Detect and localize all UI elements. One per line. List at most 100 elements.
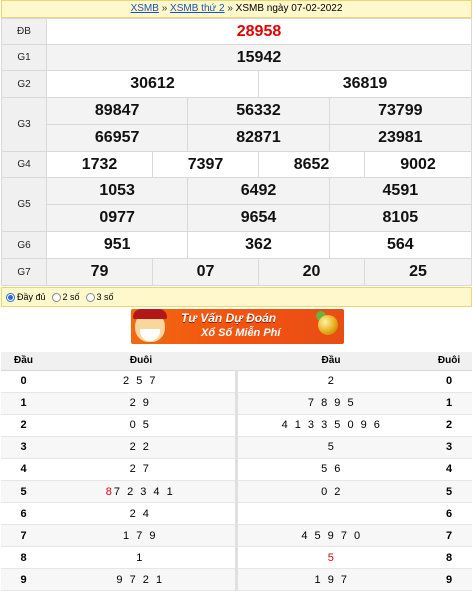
prize-g3-value: 56332 bbox=[188, 98, 330, 124]
banner-line2: Xổ Số Miễn Phí bbox=[201, 327, 281, 339]
loto-dau-key: 8 bbox=[1, 546, 46, 570]
loto-dau-values: 2 bbox=[236, 370, 426, 393]
prize-g3-value: 89847 bbox=[47, 98, 189, 124]
prize-g6-value: 951 bbox=[47, 232, 189, 258]
prize-g3-value: 23981 bbox=[378, 129, 423, 146]
prize-g6-value: 362 bbox=[188, 232, 330, 258]
prize-label-db: ĐB bbox=[1, 18, 47, 45]
loto-duoi-values: 2 2 bbox=[46, 436, 238, 459]
loto-duoi-values: 0 5 bbox=[46, 414, 238, 437]
prize-label-g1: G1 bbox=[1, 44, 47, 71]
prize-g5-value: 8105 bbox=[382, 209, 419, 226]
breadcrumb-current: XSMB ngày 07-02-2022 bbox=[235, 3, 343, 14]
option-three-digits[interactable]: 3 số bbox=[85, 292, 114, 302]
breadcrumb-separator: » bbox=[227, 3, 233, 14]
loto-duoi-values: 2 4 bbox=[46, 502, 238, 526]
prize-g7-value: 07 bbox=[153, 259, 259, 285]
prize-g4-value: 8652 bbox=[259, 152, 365, 177]
prize-g4-value: 9002 bbox=[400, 155, 436, 173]
results-table: ĐB 28958 G1 15942 G2 30612 36819 G3 8984… bbox=[1, 18, 472, 286]
prize-g3-value: 73799 bbox=[378, 102, 423, 119]
display-options: Đầy đủ 2 số 3 số bbox=[1, 287, 472, 307]
loto-duoi-key: 4 bbox=[426, 458, 472, 481]
loto-row: 02 5 720 bbox=[1, 370, 472, 393]
option-full[interactable]: Đầy đủ bbox=[6, 292, 46, 302]
loto-header-dau2: Đầu bbox=[236, 352, 426, 371]
loto-duoi-values: 1 bbox=[46, 546, 238, 570]
option-three-label: 3 số bbox=[96, 292, 114, 302]
loto-row: 32 253 bbox=[1, 436, 472, 459]
loto-duoi-values-highlight: 8 bbox=[105, 485, 114, 498]
loto-dau-values: 4 5 9 7 0 bbox=[236, 524, 426, 548]
loto-duoi-key: 9 bbox=[426, 568, 472, 592]
loto-header-duoi2: Đuôi bbox=[426, 352, 472, 371]
loto-row: 12 97 8 9 51 bbox=[1, 392, 472, 415]
prize-g4-value: 1732 bbox=[47, 152, 153, 177]
banner-line1: Tư Vấn Dự Đoán bbox=[181, 311, 277, 325]
loto-duoi-key: 6 bbox=[426, 502, 472, 526]
loto-duoi-key: 7 bbox=[426, 524, 472, 548]
coin-icon bbox=[318, 315, 338, 335]
loto-duoi-key: 2 bbox=[426, 414, 472, 437]
loto-table: Đầu Đuôi Đầu Đuôi 02 5 72012 97 8 9 5120… bbox=[1, 352, 472, 592]
loto-header-duoi: Đuôi bbox=[46, 352, 236, 371]
loto-row: 71 7 94 5 9 7 07 bbox=[1, 524, 472, 548]
option-full-label: Đầy đủ bbox=[17, 292, 46, 302]
loto-dau-key: 5 bbox=[1, 480, 46, 504]
prize-g3-value: 82871 bbox=[188, 125, 330, 151]
prize-label-g5: G5 bbox=[1, 177, 47, 232]
prize-label-g6: G6 bbox=[1, 231, 47, 259]
prize-g5-value: 1053 bbox=[47, 178, 189, 204]
loto-duoi-values: 2 7 bbox=[46, 458, 238, 481]
loto-header-dau: Đầu bbox=[1, 352, 46, 371]
mascot-hat-icon bbox=[133, 309, 167, 319]
loto-duoi-values-digits: 7 2 3 4 1 bbox=[113, 485, 175, 498]
advice-banner[interactable]: Tư Vấn Dự Đoán Xổ Số Miễn Phí bbox=[131, 309, 344, 344]
prize-g2-value: 30612 bbox=[47, 71, 259, 97]
prize-g5-value: 9654 bbox=[188, 205, 330, 231]
breadcrumb-link-xsmb[interactable]: XSMB bbox=[131, 3, 159, 14]
radio-full[interactable] bbox=[6, 292, 15, 302]
loto-dau-values-highlight: 5 bbox=[327, 551, 336, 564]
loto-dau-values bbox=[236, 502, 426, 526]
loto-duoi-key: 5 bbox=[426, 480, 472, 504]
loto-dau-values: 5 bbox=[236, 436, 426, 459]
loto-dau-values: 4 1 3 3 5 0 9 6 bbox=[236, 414, 426, 437]
loto-dau-key: 3 bbox=[1, 436, 46, 459]
prize-g7-value: 79 bbox=[47, 259, 153, 285]
option-two-label: 2 số bbox=[62, 292, 80, 302]
loto-row: 99 7 2 11 9 79 bbox=[1, 568, 472, 592]
prize-g7-value: 20 bbox=[259, 259, 365, 285]
prize-label-g3: G3 bbox=[1, 97, 47, 152]
option-two-digits[interactable]: 2 số bbox=[51, 292, 80, 302]
loto-dau-key: 0 bbox=[1, 370, 46, 393]
loto-duoi-values: 9 7 2 1 bbox=[46, 568, 238, 592]
prize-label-g4: G4 bbox=[1, 151, 47, 178]
loto-dau-key: 2 bbox=[1, 414, 46, 437]
breadcrumb-separator: » bbox=[161, 3, 168, 14]
prize-g2-value: 36819 bbox=[342, 75, 388, 92]
prize-g5-value: 6492 bbox=[188, 178, 330, 204]
loto-dau-key: 6 bbox=[1, 502, 46, 526]
prize-g6-value: 564 bbox=[386, 236, 414, 253]
prize-special-value: 28958 bbox=[46, 18, 472, 45]
loto-dau-values: 0 2 bbox=[236, 480, 426, 504]
radio-two-digits[interactable] bbox=[51, 292, 61, 302]
loto-dau-key: 7 bbox=[1, 524, 46, 548]
radio-three-digits[interactable] bbox=[85, 292, 95, 302]
loto-duoi-values: 87 2 3 4 1 bbox=[46, 480, 238, 504]
loto-duoi-key: 0 bbox=[426, 370, 472, 393]
prize-g7-value: 25 bbox=[365, 259, 471, 285]
loto-row: 20 54 1 3 3 5 0 9 62 bbox=[1, 414, 472, 437]
loto-duoi-values: 1 7 9 bbox=[46, 524, 238, 548]
prize-label-g7: G7 bbox=[1, 258, 47, 286]
loto-duoi-values: 2 5 7 bbox=[46, 370, 238, 393]
loto-row: 8158 bbox=[1, 546, 472, 570]
loto-duoi-key: 3 bbox=[426, 436, 472, 459]
breadcrumb-link-xsmb-thu2[interactable]: XSMB thứ 2 bbox=[170, 3, 225, 14]
prize-g5-value: 0977 bbox=[47, 205, 189, 231]
loto-duoi-values: 2 9 bbox=[46, 392, 238, 415]
loto-duoi-key: 8 bbox=[426, 546, 472, 570]
prize-g5-value: 4591 bbox=[382, 182, 419, 199]
breadcrumb: XSMB » XSMB thứ 2 » XSMB ngày 07-02-2022 bbox=[1, 0, 472, 18]
